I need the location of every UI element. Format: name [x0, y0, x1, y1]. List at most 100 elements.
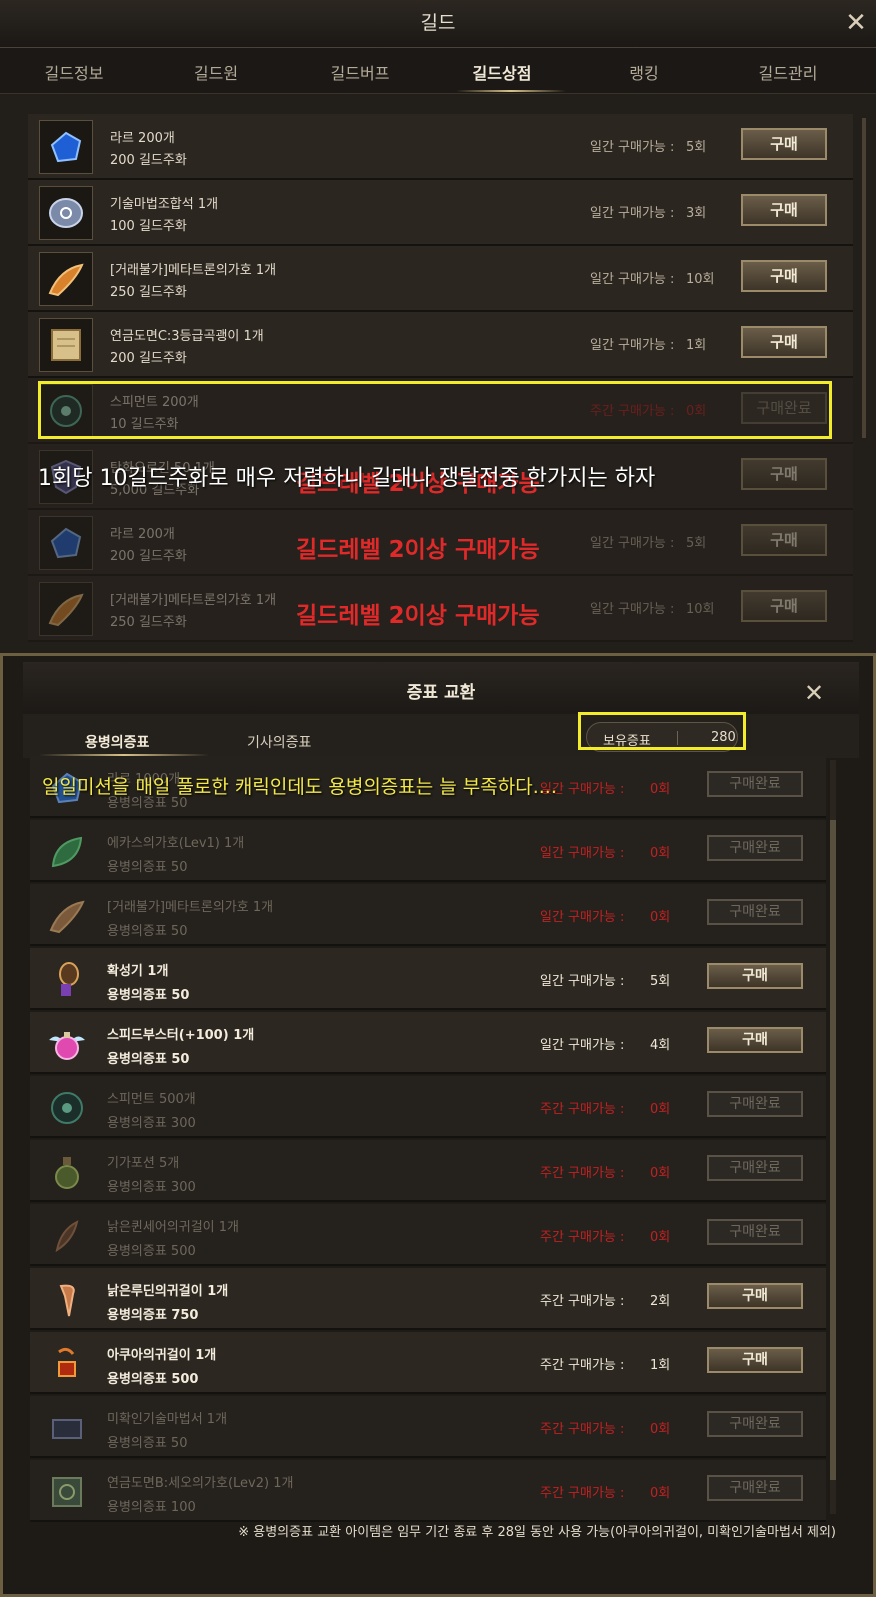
item-price: 용병의증표 50: [107, 860, 188, 875]
token-item-list: 라르 1000개 용병의증표 50 일간 구매가능 : 0회 구매완료 에카스의…: [30, 756, 826, 1522]
list-item: 스피드부스터(+100) 1개 용병의증표 50 일간 구매가능 : 4회 구매: [30, 1012, 826, 1074]
limit-value: 5회: [650, 974, 671, 989]
horn-icon: [39, 252, 93, 306]
limit-value: 0회: [650, 1422, 671, 1437]
limit-label: 일간 구매가능 :: [540, 1038, 625, 1053]
tab-guild-members[interactable]: 길드원: [146, 60, 286, 84]
list-item: 미확인기술마법서 1개 용병의증표 50 주간 구매가능 : 0회 구매완료: [30, 1396, 826, 1458]
list-item: 연금도면C:3등급곡괭이 1개 200 길드주화 일간 구매가능 : 1회 구매: [28, 312, 853, 378]
limit-label: 주간 구매가능 :: [540, 1358, 625, 1373]
item-name: 미확인기술마법서 1개: [107, 1412, 228, 1427]
buy-button[interactable]: 구매: [741, 590, 827, 622]
annotation-caption: 1회당 10길드주화로 매우 저렴하니 길대나 쟁탈전중 한가지는 하자: [38, 466, 656, 491]
megaphone-icon: [40, 953, 94, 1007]
tab-guild-info[interactable]: 길드정보: [4, 60, 144, 84]
limit-value: 5회: [686, 536, 707, 551]
purchased-button: 구매완료: [707, 1411, 803, 1437]
purchased-button: 구매완료: [707, 1475, 803, 1501]
limit-label: 일간 구매가능 :: [540, 846, 625, 861]
item-name: 낡은루딘의귀걸이 1개: [107, 1284, 229, 1299]
purchased-button: 구매완료: [707, 835, 803, 861]
item-name: 아쿠아의귀걸이 1개: [107, 1348, 217, 1363]
buy-button[interactable]: 구매: [707, 1347, 803, 1373]
horn-icon: [39, 582, 93, 636]
tab-mercenary-token[interactable]: 용병의증표: [85, 732, 149, 752]
list-item: 기술마법조합석 1개 100 길드주화 일간 구매가능 : 3회 구매: [28, 180, 853, 246]
limit-value: 10회: [686, 272, 715, 287]
list-item: 에카스의가호(Lev1) 1개 용병의증표 50 일간 구매가능 : 0회 구매…: [30, 820, 826, 882]
buy-button[interactable]: 구매: [741, 458, 827, 490]
scrollbar[interactable]: [862, 118, 866, 438]
item-name: 확성기 1개: [107, 964, 169, 979]
item-price: 용병의증표 500: [107, 1372, 199, 1387]
limit-value: 2회: [650, 1294, 671, 1309]
item-price: 250 길드주화: [110, 285, 187, 300]
earring-icon: [40, 1337, 94, 1391]
scrollbar[interactable]: [830, 760, 836, 1514]
item-price: 용병의증표 300: [107, 1180, 196, 1195]
limit-value: 1회: [686, 338, 707, 353]
item-name: 라르 200개: [110, 527, 175, 542]
limit-value: 0회: [650, 1102, 671, 1117]
item-name: 연금도면C:3등급곡괭이 1개: [110, 329, 264, 344]
buy-button[interactable]: 구매: [741, 260, 827, 292]
horn-icon: [40, 889, 94, 943]
potion-icon: [40, 1017, 94, 1071]
limit-value: 0회: [650, 846, 671, 861]
item-name: [거래불가]메타트론의가호 1개: [110, 263, 277, 278]
blue-gem-icon: [39, 120, 93, 174]
item-name: 연금도면B:세오의가호(Lev2) 1개: [107, 1476, 294, 1491]
highlight-box: [38, 381, 832, 439]
purchased-button: 구매완료: [707, 771, 803, 797]
buy-button[interactable]: 구매: [741, 326, 827, 358]
limit-value: 0회: [650, 782, 671, 797]
list-item: 낡은루딘의귀걸이 1개 용병의증표 750 주간 구매가능 : 2회 구매: [30, 1268, 826, 1330]
buy-button[interactable]: 구매: [707, 1283, 803, 1309]
item-name: 에카스의가호(Lev1) 1개: [107, 836, 245, 851]
item-name: 기술마법조합석 1개: [110, 197, 219, 212]
guild-window-title: 길드: [420, 12, 456, 34]
limit-label: 주간 구매가능 :: [540, 1230, 625, 1245]
highlight-box: [578, 712, 746, 750]
tab-guild-shop[interactable]: 길드상점: [432, 60, 572, 84]
limit-label: 주간 구매가능 :: [540, 1486, 625, 1501]
limit-value: 0회: [650, 1230, 671, 1245]
limit-value: 0회: [650, 1486, 671, 1501]
scrollbar-thumb[interactable]: [830, 820, 836, 1480]
buy-button[interactable]: 구매: [707, 1027, 803, 1053]
limit-label: 일간 구매가능 :: [590, 140, 675, 155]
earring-icon: [40, 1273, 94, 1327]
item-price: 200 길드주화: [110, 351, 187, 366]
item-price: 용병의증표 100: [107, 1500, 196, 1515]
close-icon[interactable]: ✕: [801, 680, 827, 706]
buy-button[interactable]: 구매: [741, 524, 827, 556]
tab-knight-token[interactable]: 기사의증표: [247, 732, 311, 752]
tab-ranking[interactable]: 랭킹: [574, 60, 714, 84]
level-notice: 길드레벨 2이상 구매가능: [296, 537, 540, 563]
item-price: 200 길드주화: [110, 549, 187, 564]
item-price: 용병의증표 50: [107, 988, 190, 1003]
buy-button[interactable]: 구매: [707, 963, 803, 989]
limit-label: 일간 구매가능 :: [590, 602, 675, 617]
limit-label: 주간 구매가능 :: [540, 1166, 625, 1181]
item-price: 용병의증표 50: [107, 924, 188, 939]
guild-window: 길드 ✕ 길드정보 길드원 길드버프 길드상점 랭킹 길드관리 라르 200개 …: [0, 0, 876, 660]
token-window-title: 증표 교환: [406, 683, 476, 703]
limit-label: 일간 구매가능 :: [540, 974, 625, 989]
close-icon[interactable]: ✕: [842, 9, 870, 37]
tab-guild-manage[interactable]: 길드관리: [718, 60, 858, 84]
map-icon: [40, 1465, 94, 1519]
list-item: 스피먼트 500개 용병의증표 300 주간 구매가능 : 0회 구매완료: [30, 1076, 826, 1138]
item-name: [거래불가]메타트론의가호 1개: [107, 900, 274, 915]
footnote: ※ 용병의증표 교환 아이템은 임무 기간 종료 후 28일 동안 사용 가능(…: [238, 1525, 836, 1540]
buy-button[interactable]: 구매: [741, 194, 827, 226]
list-item: 낡은퀸세어의귀걸이 1개 용병의증표 500 주간 구매가능 : 0회 구매완료: [30, 1204, 826, 1266]
item-name: 스피드부스터(+100) 1개: [107, 1028, 255, 1043]
book-icon: [40, 1401, 94, 1455]
annotation-caption: 일일미션을 매일 풀로한 캐릭인데도 용병의증표는 늘 부족하다....: [42, 776, 557, 798]
buy-button[interactable]: 구매: [741, 128, 827, 160]
tab-guild-buff[interactable]: 길드버프: [290, 60, 430, 84]
limit-value: 4회: [650, 1038, 671, 1053]
limit-label: 일간 구매가능 :: [590, 206, 675, 221]
item-price: 용병의증표 50: [107, 1436, 188, 1451]
